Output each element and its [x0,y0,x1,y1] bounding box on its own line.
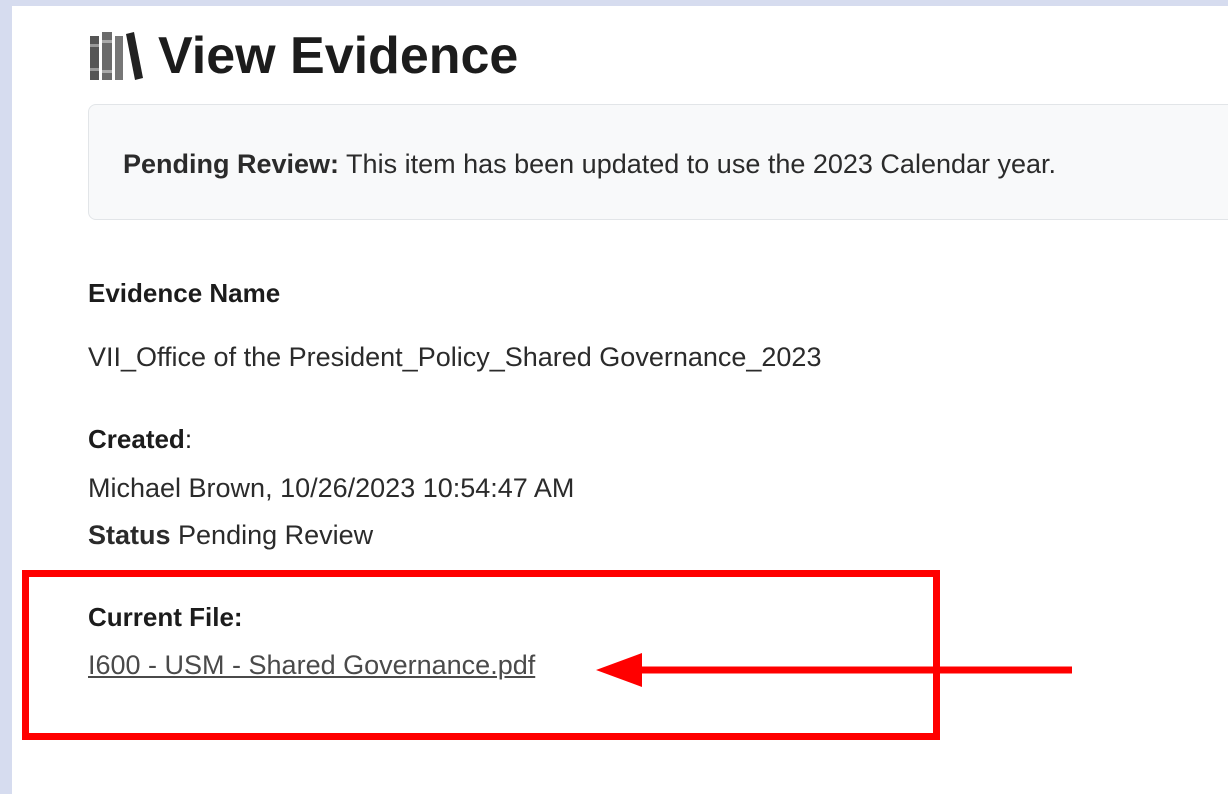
created-value: Michael Brown, 10/26/2023 10:54:47 AM [88,473,575,503]
alert-message: This item has been updated to use the 20… [339,149,1057,179]
created-label-text: Created [88,424,185,454]
evidence-name-label: Evidence Name [88,278,281,308]
books-icon [90,32,143,80]
evidence-name-value: VII_Office of the President_Policy_Share… [88,342,822,372]
page-title: View Evidence [88,26,518,86]
status-line: Status Pending Review [88,520,373,551]
status-label: Status [88,520,171,550]
created-label: Created: [88,424,192,455]
alert-label: Pending Review: [123,149,340,179]
status-value: Pending Review [170,520,374,550]
pending-review-alert: Pending Review: This item has been updat… [88,104,1228,220]
page-title-text: View Evidence [158,27,519,85]
alert-text: Pending Review: This item has been updat… [123,149,1056,180]
annotation-arrow-icon [596,653,1072,687]
created-colon: : [184,424,193,454]
